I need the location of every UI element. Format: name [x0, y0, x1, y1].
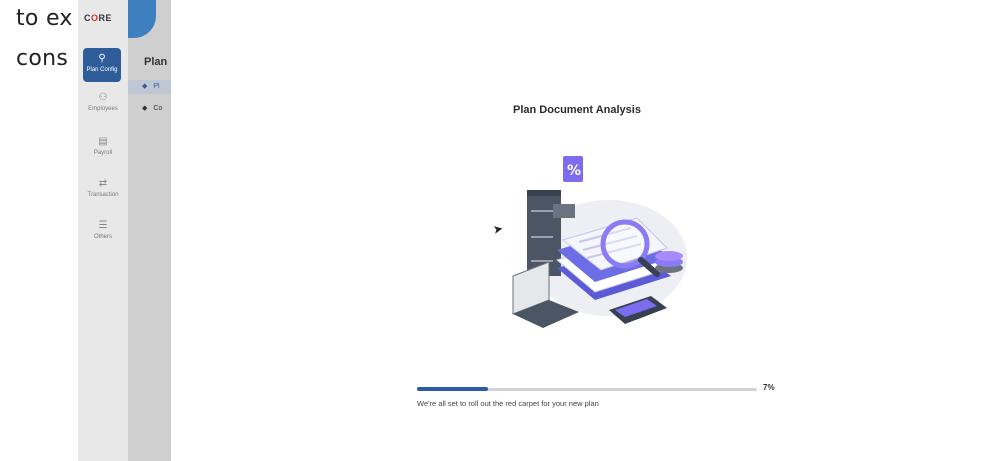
menu-icon: ☰ — [98, 220, 108, 231]
coin-stack-icon — [655, 251, 683, 273]
caption-line-2: cons — [16, 46, 69, 71]
subnav-item-co[interactable]: ◆ Co — [142, 104, 170, 112]
progress-message: We're all set to roll out the red carpet… — [417, 399, 599, 408]
wrench-icon: ⚲ — [98, 53, 106, 64]
rail-item-payroll[interactable]: ▤ Payroll — [82, 136, 124, 156]
subnav-item-plan[interactable]: ◆ Pl — [128, 80, 171, 94]
rail-item-label: Employees — [88, 106, 118, 112]
rail-item-others[interactable]: ☰ Others — [82, 220, 124, 240]
rail-item-transaction[interactable]: ⇄ Transaction — [82, 178, 124, 198]
rail-item-employees[interactable]: ⚇ Employees — [82, 92, 124, 112]
rail-item-plan-config[interactable]: ⚲ Plan Config — [83, 48, 121, 82]
caption-line-1: to ex — [16, 6, 73, 31]
mouse-pointer-icon: ➤ — [491, 221, 505, 237]
bullet-icon: ◆ — [142, 83, 148, 90]
progress-fill — [417, 387, 488, 391]
brand-logo: CORE — [84, 13, 113, 23]
transfer-icon: ⇄ — [98, 178, 108, 189]
bullet-icon: ◆ — [142, 105, 148, 112]
percent-tag-icon: % — [563, 156, 583, 182]
document-analysis-illustration: % — [512, 156, 687, 328]
rail-item-label: Transaction — [87, 192, 119, 198]
avatar[interactable] — [128, 0, 156, 38]
app-window: CORE ⚲ Plan Config ⚇ Employees ▤ Payroll… — [78, 0, 1007, 461]
subnav-title: Plan — [144, 56, 168, 68]
document-icon: ▤ — [98, 136, 108, 147]
icon-rail: CORE ⚲ Plan Config ⚇ Employees ▤ Payroll… — [78, 0, 129, 461]
progress-percent: 7% — [763, 383, 775, 392]
rail-item-label: Others — [93, 234, 112, 240]
secondary-nav: Plan ◆ Pl ◆ Co — [128, 0, 171, 461]
svg-text:%: % — [567, 163, 581, 179]
main-content: Plan Document Analysis % ➤ 7% We're all … — [171, 0, 1007, 461]
person-icon: ⚇ — [98, 92, 108, 103]
rail-item-label: Payroll — [93, 150, 113, 156]
rail-item-label: Plan Config — [86, 67, 118, 73]
page-title: Plan Document Analysis — [513, 104, 641, 116]
